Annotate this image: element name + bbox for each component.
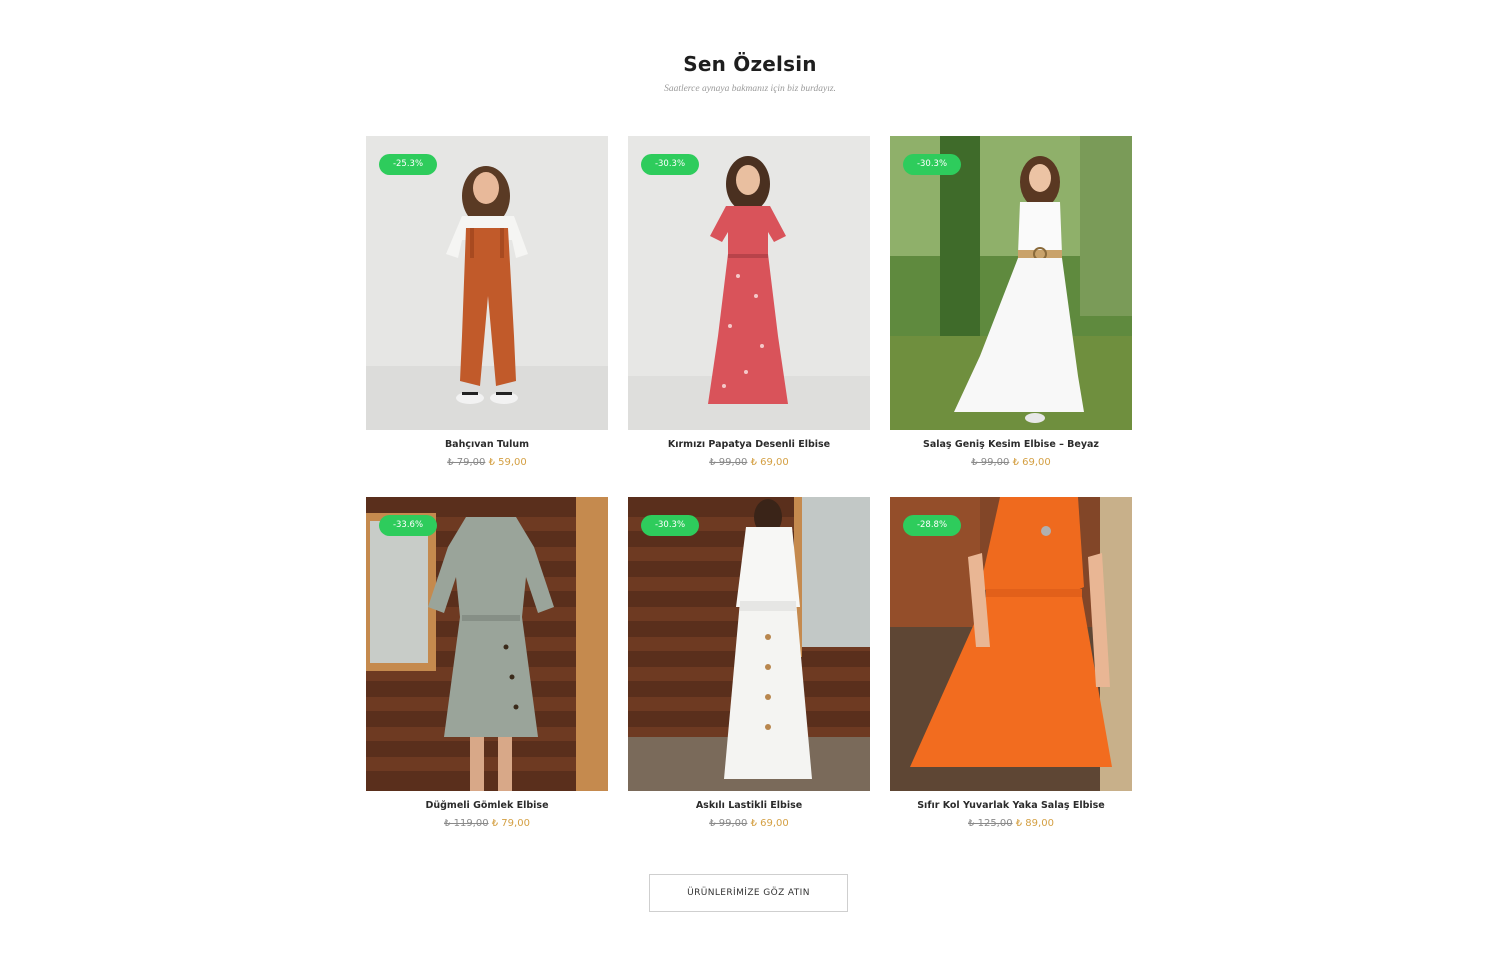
- product-price: ₺ 99,00 ₺ 69,00: [628, 818, 870, 829]
- section-header: Sen Özelsin Saatlerce aynaya bakmanız iç…: [0, 52, 1500, 94]
- sale-price: ₺ 79,00: [491, 818, 530, 829]
- sale-price: ₺ 59,00: [488, 457, 527, 468]
- sale-price: ₺ 69,00: [1012, 457, 1051, 468]
- woman-white-dress-garden-photo: [890, 136, 1132, 430]
- product-name[interactable]: Salaş Geniş Kesim Elbise – Beyaz: [890, 439, 1132, 450]
- woman-white-strap-dress-photo: [628, 497, 870, 791]
- sale-price: ₺ 69,00: [750, 818, 789, 829]
- product-name[interactable]: Bahçıvan Tulum: [366, 439, 608, 450]
- product-name[interactable]: Düğmeli Gömlek Elbise: [366, 800, 608, 811]
- discount-badge: -30.3%: [641, 154, 699, 175]
- product-price: ₺ 99,00 ₺ 69,00: [890, 457, 1132, 468]
- product-name[interactable]: Sıfır Kol Yuvarlak Yaka Salaş Elbise: [890, 800, 1132, 811]
- product-image[interactable]: -30.3%: [628, 497, 870, 791]
- old-price: ₺ 119,00: [444, 818, 489, 829]
- section-title: Sen Özelsin: [683, 52, 817, 76]
- old-price: ₺ 125,00: [968, 818, 1013, 829]
- product-image[interactable]: -30.3%: [890, 136, 1132, 430]
- product-image[interactable]: -33.6%: [366, 497, 608, 791]
- product-price: ₺ 119,00 ₺ 79,00: [366, 818, 608, 829]
- discount-badge: -30.3%: [903, 154, 961, 175]
- product-card[interactable]: -25.3% Bahçıvan Tulum ₺ 79,00 ₺ 59,00: [366, 136, 608, 468]
- product-card[interactable]: -28.8% Sıfır Kol Yuvarlak Yaka Salaş Elb…: [890, 497, 1132, 829]
- discount-badge: -25.3%: [379, 154, 437, 175]
- old-price: ₺ 99,00: [709, 457, 748, 468]
- sale-price: ₺ 69,00: [750, 457, 789, 468]
- old-price: ₺ 99,00: [709, 818, 748, 829]
- woman-orange-overalls-photo: [366, 136, 608, 430]
- discount-badge: -30.3%: [641, 515, 699, 536]
- discount-badge: -28.8%: [903, 515, 961, 536]
- product-price: ₺ 125,00 ₺ 89,00: [890, 818, 1132, 829]
- product-card[interactable]: -30.3% Kırmızı Papatya Desenli Elbise ₺ …: [628, 136, 870, 468]
- product-card[interactable]: -30.3% Askılı Lastikli Elbise ₺ 99,00 ₺ …: [628, 497, 870, 829]
- sale-price: ₺ 89,00: [1015, 818, 1054, 829]
- product-card[interactable]: -33.6% Düğmeli Gömlek Elbise ₺ 119,00 ₺ …: [366, 497, 608, 829]
- product-name[interactable]: Kırmızı Papatya Desenli Elbise: [628, 439, 870, 450]
- discount-badge: -33.6%: [379, 515, 437, 536]
- section-subtitle: Saatlerce aynaya bakmanız için biz burda…: [664, 84, 836, 94]
- product-image[interactable]: -25.3%: [366, 136, 608, 430]
- old-price: ₺ 79,00: [447, 457, 486, 468]
- woman-red-floral-dress-photo: [628, 136, 870, 430]
- woman-grey-shirt-dress-photo: [366, 497, 608, 791]
- woman-orange-dress-photo: [890, 497, 1132, 791]
- product-price: ₺ 99,00 ₺ 69,00: [628, 457, 870, 468]
- product-price: ₺ 79,00 ₺ 59,00: [366, 457, 608, 468]
- browse-products-button[interactable]: ÜRÜNLERİMİZE GÖZ ATIN: [649, 874, 848, 912]
- product-image[interactable]: -30.3%: [628, 136, 870, 430]
- product-card[interactable]: -30.3% Salaş Geniş Kesim Elbise – Beyaz …: [890, 136, 1132, 468]
- old-price: ₺ 99,00: [971, 457, 1010, 468]
- product-image[interactable]: -28.8%: [890, 497, 1132, 791]
- product-name[interactable]: Askılı Lastikli Elbise: [628, 800, 870, 811]
- product-grid: -25.3% Bahçıvan Tulum ₺ 79,00 ₺ 59,00 -3…: [366, 136, 1132, 829]
